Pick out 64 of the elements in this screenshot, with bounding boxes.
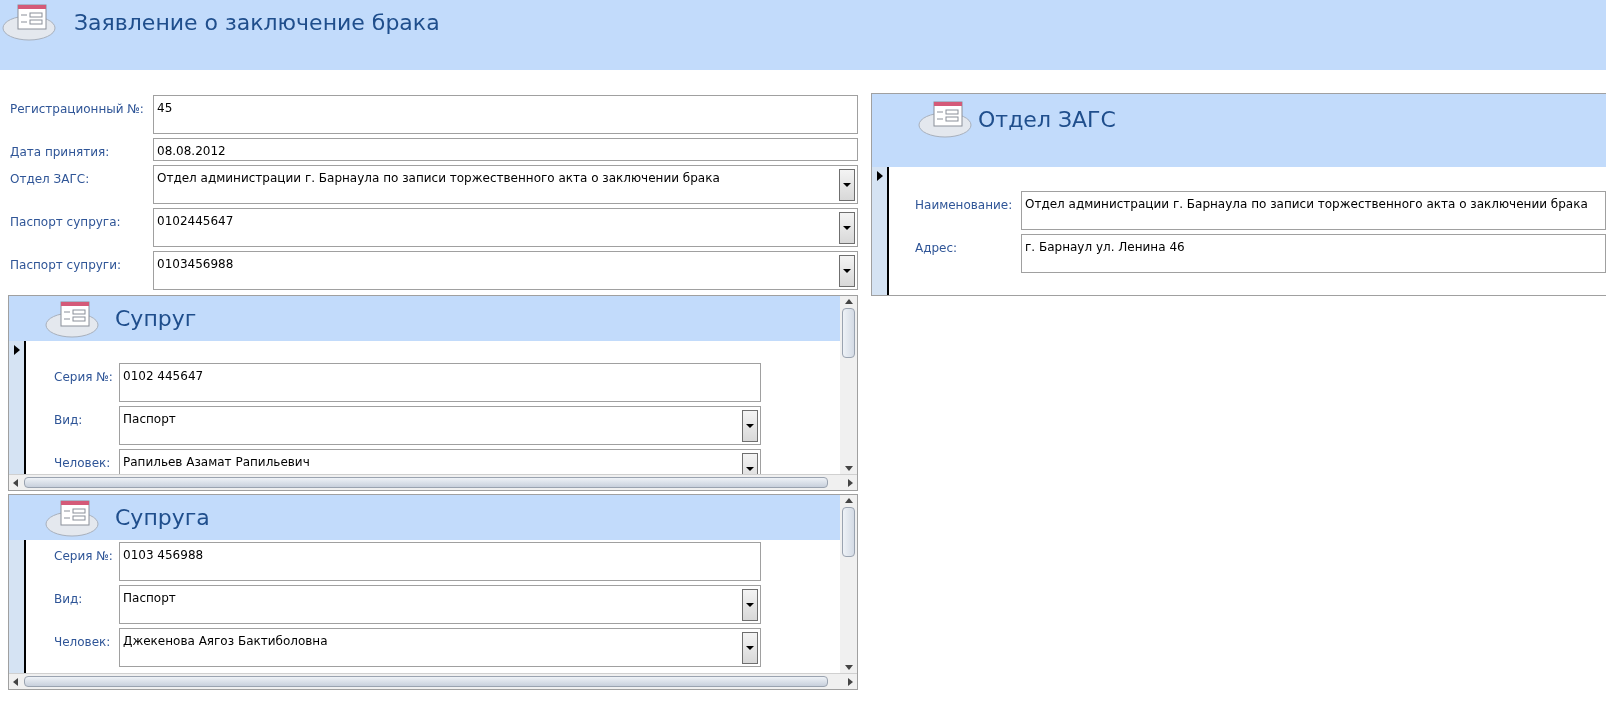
combo-box[interactable]: Паспорт bbox=[119, 406, 761, 445]
combo-box[interactable]: Джекенова Аягоз Бактиболовна bbox=[119, 628, 761, 667]
caret-icon bbox=[746, 467, 754, 471]
field-label: Паспорт супруги: bbox=[10, 257, 122, 274]
scrollbar-thumb[interactable] bbox=[24, 477, 828, 488]
combo-box[interactable]: Рапильев Азамат Рапильевич bbox=[119, 449, 761, 474]
vertical-scrollbar[interactable] bbox=[840, 495, 857, 673]
field-label: Серия №: bbox=[54, 548, 114, 565]
scroll-down-arrow-icon[interactable] bbox=[844, 466, 853, 471]
vertical-scrollbar[interactable] bbox=[840, 296, 857, 474]
horizontal-scrollbar[interactable] bbox=[9, 673, 857, 689]
field-label: Вид: bbox=[54, 412, 84, 429]
field-label: Регистрационный №: bbox=[10, 101, 145, 118]
input-field[interactable]: 45 bbox=[153, 95, 858, 134]
caret-icon bbox=[843, 269, 851, 273]
caret-icon bbox=[746, 424, 754, 428]
dropdown-button[interactable] bbox=[742, 589, 758, 621]
dropdown-button[interactable] bbox=[742, 410, 758, 442]
record-selector[interactable] bbox=[9, 540, 26, 673]
current-record-icon bbox=[14, 345, 20, 355]
scroll-up-arrow-icon[interactable] bbox=[844, 299, 853, 304]
subform-title: Отдел ЗАГС bbox=[978, 106, 1116, 134]
scrollbar-thumb[interactable] bbox=[842, 308, 855, 358]
dropdown-button[interactable] bbox=[839, 212, 855, 244]
combo-box[interactable]: 0102445647 bbox=[153, 208, 858, 247]
subform-title: Супруга bbox=[115, 504, 210, 532]
record-selector[interactable] bbox=[9, 341, 26, 474]
combo-box[interactable]: 0103456988 bbox=[153, 251, 858, 290]
field-label: Серия №: bbox=[54, 369, 114, 386]
field-label: Вид: bbox=[54, 591, 84, 608]
caret-icon bbox=[843, 226, 851, 230]
field-label: Человек: bbox=[54, 634, 112, 651]
scroll-down-arrow-icon[interactable] bbox=[844, 665, 853, 670]
field-label: Человек: bbox=[54, 455, 112, 472]
form-title: Заявление о заключение брака bbox=[74, 9, 440, 37]
combo-box[interactable]: Паспорт bbox=[119, 585, 761, 624]
scroll-left-arrow-icon[interactable] bbox=[13, 677, 18, 686]
dropdown-button[interactable] bbox=[742, 632, 758, 664]
subform-title: Супруг bbox=[115, 305, 197, 333]
scroll-up-arrow-icon[interactable] bbox=[844, 498, 853, 503]
scroll-right-arrow-icon[interactable] bbox=[848, 677, 853, 686]
dropdown-button[interactable] bbox=[839, 169, 855, 201]
record-selector[interactable] bbox=[872, 167, 889, 295]
scrollbar-thumb[interactable] bbox=[842, 507, 855, 557]
input-field[interactable]: г. Барнаул ул. Ленина 46 bbox=[1021, 234, 1606, 273]
caret-icon bbox=[843, 183, 851, 187]
input-field[interactable]: 08.08.2012 bbox=[153, 138, 858, 161]
current-record-icon bbox=[877, 171, 883, 181]
input-field[interactable]: Отдел администрации г. Барнаула по записи торжественного акта о заключении брака bbox=[1021, 191, 1606, 230]
horizontal-scrollbar[interactable] bbox=[9, 474, 857, 490]
field-label: Дата принятия: bbox=[10, 144, 111, 161]
caret-icon bbox=[746, 603, 754, 607]
scroll-right-arrow-icon[interactable] bbox=[848, 478, 853, 487]
scrollbar-thumb[interactable] bbox=[24, 676, 828, 687]
scroll-left-arrow-icon[interactable] bbox=[13, 478, 18, 487]
field-label: Отдел ЗАГС: bbox=[10, 171, 91, 188]
input-field[interactable]: 0103 456988 bbox=[119, 542, 761, 581]
combo-box[interactable]: Отдел администрации г. Барнаула по записи торжественного акта о заключении брака bbox=[153, 165, 858, 204]
field-label: Адрес: bbox=[915, 240, 959, 257]
field-label: Наименование: bbox=[915, 197, 1014, 214]
input-field[interactable]: 0102 445647 bbox=[119, 363, 761, 402]
dropdown-button[interactable] bbox=[839, 255, 855, 287]
caret-icon bbox=[746, 646, 754, 650]
field-label: Паспорт супруга: bbox=[10, 214, 122, 231]
